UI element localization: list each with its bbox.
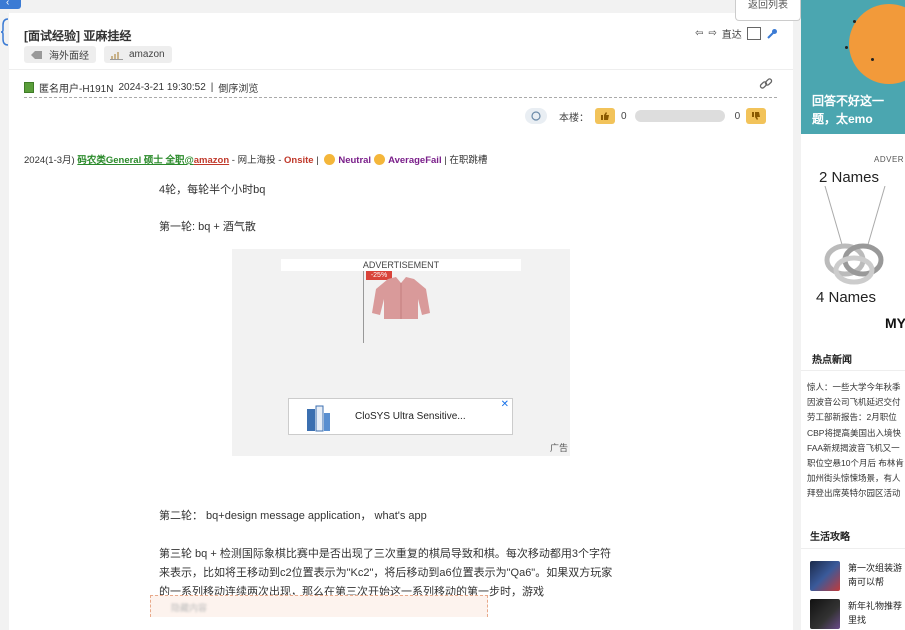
user-icon — [24, 82, 34, 93]
promo-banner[interactable]: 回答不好这一题，太emo — [801, 0, 905, 134]
vote-ratio-bar — [634, 110, 725, 122]
news-item[interactable]: 拜登出席英特尔园区活动 — [807, 486, 904, 501]
onsite-label: Onsite — [284, 155, 314, 166]
collapse-tab[interactable]: ‹ — [0, 0, 21, 9]
comment-bubble-icon[interactable] — [525, 108, 547, 124]
ad-subtitle[interactable]: 4 Names — [816, 289, 876, 306]
vote-label: 本楼： — [559, 112, 589, 124]
ad-tag: 广告 — [549, 443, 568, 453]
life-guide-title: 生活攻略 — [810, 532, 850, 543]
ad-product-card[interactable]: CloSYS Ultra Sensitive... ✕ — [288, 398, 513, 435]
thumbs-down-icon[interactable] — [746, 108, 767, 124]
paragraph: 来表示，比如将王移动到c2位置表示为"Kc2"，将后移动到a6位置表示为"Qa6… — [159, 567, 613, 579]
result-label: AverageFail — [388, 155, 442, 166]
paragraph: 第二轮： bq+design message application， what… — [159, 510, 427, 522]
author-name[interactable]: 匿名用户-H191N — [39, 80, 113, 95]
news-item[interactable]: 职位空悬10个月后 布林肯 — [807, 456, 904, 471]
neutral-emoji-icon — [374, 154, 386, 165]
news-item[interactable]: 劳工部新报告：2月职位 — [807, 410, 904, 425]
ad-product-name: CloSYS Ultra Sensitive... — [355, 411, 466, 422]
upvote-count: 0 — [621, 110, 627, 122]
post-panel: 返回列表 [面试经验] 亚麻挂经 ⇦ ⇨ 直达 海外面经 amazon 匿名用户… — [9, 0, 801, 630]
post-title: [面试经验] 亚麻挂经 — [24, 29, 132, 43]
goto-label: 直达 — [721, 30, 742, 41]
tag-item[interactable]: amazon — [104, 46, 172, 63]
prev-arrow-icon[interactable]: ⇦ — [695, 28, 703, 39]
neutral-label: Neutral — [338, 155, 372, 166]
ad-label: ADVERTISEMENT — [281, 259, 521, 271]
jacket-image[interactable] — [368, 275, 434, 321]
news-item[interactable]: CBP将提高美国出入境快 — [807, 426, 904, 441]
next-arrow-icon[interactable]: ⇨ — [708, 28, 716, 39]
paragraph: 第三轮 bq + 检测国际象棋比赛中是否出现了三次重复的棋局导致和棋。每次移动都… — [159, 548, 611, 560]
vote-row: 本楼： 0 0 — [525, 108, 772, 124]
life-thumbnail — [810, 599, 840, 629]
title-tools: ⇦ ⇨ 直达 — [695, 26, 778, 41]
chart-icon — [110, 51, 123, 60]
life-item[interactable]: 新年礼物推荐 里找 — [810, 599, 902, 629]
reverse-view-link[interactable]: 倒序浏览 — [218, 80, 258, 95]
category-link[interactable]: 码农类General 硕士 全职@ — [77, 155, 193, 166]
tag-item[interactable]: 海外面经 — [24, 46, 96, 63]
link-icon[interactable] — [759, 77, 773, 91]
post-author-meta: 匿名用户-H191N 2024-3-21 19:30:52 | 倒序浏览 — [24, 80, 258, 95]
tag-icon — [31, 50, 42, 59]
ad-label: ADVER — [874, 155, 905, 164]
paragraph: 第一轮: bq + 酒气散 — [159, 221, 256, 233]
banner-text: 回答不好这一题，太emo — [812, 94, 885, 126]
ad-block[interactable]: ADVERTISEMENT -25% CloSYS Ultra Sensitiv… — [232, 249, 570, 456]
life-item[interactable]: 第一次组装游 南可以帮 — [810, 561, 902, 591]
wrench-icon[interactable] — [766, 28, 778, 40]
page: ‹ 返回列表 [面试经验] 亚麻挂经 ⇦ ⇨ 直达 海外面经 amazon 匿名… — [0, 0, 905, 630]
back-to-list-button[interactable]: 返回列表 — [735, 0, 801, 21]
news-item[interactable]: 惊人：一些大学今年秋季 — [807, 380, 904, 395]
brand-logo: MY — [885, 315, 905, 331]
necklace-image[interactable] — [815, 186, 891, 286]
goto-floor-input[interactable] — [746, 27, 761, 40]
thumbs-up-icon[interactable] — [595, 108, 615, 124]
close-icon[interactable]: ✕ — [501, 399, 509, 410]
company-link[interactable]: amazon — [194, 155, 229, 166]
news-item[interactable]: FAA新规揭波音飞机又一 — [807, 441, 904, 456]
thinking-face-icon — [849, 4, 905, 84]
interview-meta: 2024(1-3月) 码农类General 硕士 全职@amazon - 网上海… — [24, 154, 488, 166]
news-item[interactable]: 加州街头惊悚场景，有人 — [807, 471, 904, 486]
life-thumbnail — [810, 561, 840, 591]
downvote-count: 0 — [734, 110, 741, 122]
product-bottle-image — [307, 405, 330, 432]
right-sidebar: 回答不好这一题，太emo ADVER 2 Names 4 Names MY 热点… — [801, 0, 905, 630]
neutral-emoji-icon — [324, 154, 336, 165]
tag-list: 海外面经 amazon — [24, 46, 172, 63]
ad-title[interactable]: 2 Names — [819, 169, 879, 186]
hidden-content-box: 隐藏内容 — [150, 595, 488, 617]
post-datetime: 2024-3-21 19:30:52 — [118, 82, 206, 93]
hot-news-title: 热点新闻 — [812, 355, 852, 366]
dashed-divider — [24, 97, 777, 98]
news-item[interactable]: 因波音公司飞机延迟交付 — [807, 395, 904, 410]
news-list: 惊人：一些大学今年秋季 因波音公司飞机延迟交付 劳工部新报告：2月职位 CBP将… — [807, 380, 904, 502]
divider — [9, 69, 793, 70]
paragraph: 4轮，每轮半个小时bq — [159, 184, 266, 196]
chevron-left-icon: ‹ — [6, 0, 10, 8]
